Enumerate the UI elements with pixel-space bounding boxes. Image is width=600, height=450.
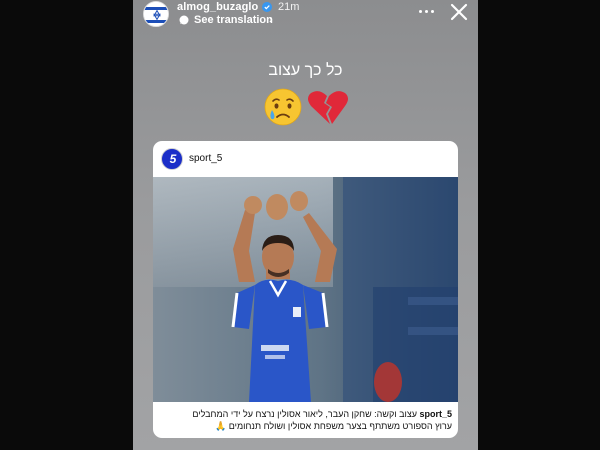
broken-heart-icon	[308, 91, 348, 124]
more-dot	[419, 10, 422, 13]
story-username[interactable]: almog_buzaglo	[177, 1, 258, 13]
caption-username[interactable]: sport_5	[419, 409, 452, 419]
more-options-button[interactable]	[416, 2, 438, 20]
more-dot	[425, 10, 428, 13]
see-translation-link[interactable]: See translation	[194, 14, 273, 26]
crying-face-icon	[264, 88, 302, 126]
israel-flag-icon	[144, 2, 168, 26]
chevron-right-icon: ›	[269, 14, 273, 26]
close-icon[interactable]	[449, 2, 469, 22]
story-caption: כל כך עצוב	[268, 62, 343, 79]
profile-avatar[interactable]	[143, 1, 169, 27]
caption-line1-text: עצוב וקשה: שחקן העבר, ליאור אסולין נרצח …	[192, 409, 417, 419]
story-header: almog_buzaglo 21m See translation ›	[133, 0, 478, 34]
emoji-row	[264, 88, 348, 126]
translate-bubble-icon[interactable]	[179, 15, 189, 25]
story-timestamp: 21m	[278, 1, 300, 13]
post-caption: sport_5 עצוב וקשה: שחקן העבר, ליאור אסול…	[159, 408, 452, 432]
more-dot	[431, 10, 434, 13]
post-caption-line2: ערוץ הספורט משתתף בצער משפחת אסולין ושול…	[214, 421, 452, 431]
story-viewer[interactable]: almog_buzaglo 21m See translation › כל כ…	[133, 0, 478, 450]
screen: almog_buzaglo 21m See translation › כל כ…	[0, 0, 600, 450]
sport5-avatar[interactable]: 5	[161, 148, 183, 170]
sport5-logo-icon: 5	[169, 152, 177, 166]
shared-post-card[interactable]: 5 sport_5 sport_5 עצוב וקשה: שחקן העבר, …	[153, 141, 458, 438]
verified-badge-icon	[262, 2, 272, 12]
post-caption-line1: sport_5 עצוב וקשה: שחקן העבר, ליאור אסול…	[159, 408, 452, 420]
post-username[interactable]: sport_5	[189, 153, 222, 164]
post-photo[interactable]	[153, 177, 458, 402]
